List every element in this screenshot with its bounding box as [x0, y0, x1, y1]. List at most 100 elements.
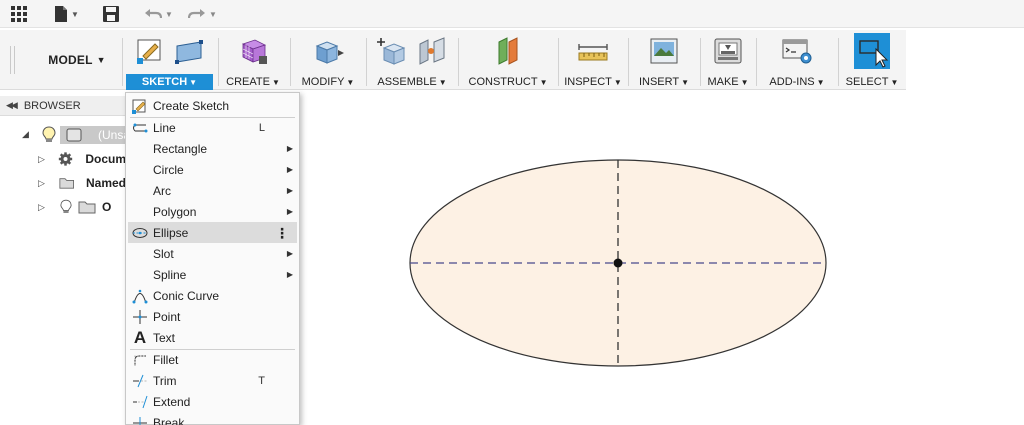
submenu-arrow-icon: ▶	[286, 186, 293, 195]
inspect-group[interactable]: INSPECT ▼	[560, 30, 626, 90]
menu-item-rectangle[interactable]: Rectangle ▶	[128, 138, 297, 159]
visibility-bulb-icon[interactable]	[42, 126, 56, 144]
browser-item-label: Named	[85, 176, 126, 190]
ribbon-separator	[700, 38, 701, 86]
extend-icon	[131, 394, 149, 410]
menu-item-line[interactable]: Line L	[128, 117, 297, 138]
sketch-group-label[interactable]: SKETCH ▼	[126, 74, 213, 90]
chevron-down-icon: ▼	[438, 78, 447, 87]
modify-group-label[interactable]: MODIFY ▼	[292, 74, 364, 90]
tree-expand-arrow-icon[interactable]: ▷	[38, 154, 46, 165]
press-pull-icon[interactable]	[311, 36, 345, 66]
chevron-down-icon: ▼	[740, 78, 749, 87]
tree-expand-arrow-icon[interactable]: ▷	[38, 202, 48, 213]
select-icon[interactable]	[854, 33, 890, 69]
fillet-icon	[131, 352, 149, 368]
browser-header[interactable]: ◀◀ BROWSER	[0, 96, 126, 116]
finish-sketch-icon[interactable]	[173, 36, 205, 66]
menu-item-extend[interactable]: Extend	[128, 391, 297, 412]
browser-item-document-settings[interactable]: ▷ Docum	[38, 148, 126, 170]
chevron-down-icon: ▼	[681, 78, 690, 87]
ribbon-separator	[458, 38, 459, 86]
select-group-label[interactable]: SELECT ▼	[840, 74, 904, 90]
construct-group-label[interactable]: CONSTRUCT ▼	[460, 74, 556, 90]
menu-item-conic-curve[interactable]: Conic Curve	[128, 285, 297, 306]
ellipse-icon	[131, 225, 149, 241]
menu-item-break[interactable]: Break	[128, 412, 297, 425]
menu-item-circle[interactable]: Circle ▶	[128, 159, 297, 180]
more-options-icon[interactable]: ⋮	[275, 226, 289, 240]
menu-shortcut: T	[258, 374, 265, 387]
chevron-down-icon: ▼	[209, 9, 217, 19]
menu-item-arc[interactable]: Arc ▶	[128, 180, 297, 201]
scripts-addins-icon[interactable]	[780, 36, 814, 66]
point-icon	[131, 309, 149, 325]
sketch-group[interactable]: SKETCH ▼	[126, 30, 213, 90]
create-group-label[interactable]: CREATE ▼	[220, 74, 286, 90]
create-group[interactable]: CREATE ▼	[220, 30, 286, 90]
menu-item-trim[interactable]: Trim T	[128, 370, 297, 391]
browser-item-label: Docum	[85, 152, 126, 166]
quick-access-toolbar: ▼ ▼ ▼	[0, 0, 1024, 28]
menu-item-ellipse[interactable]: Ellipse ⋮	[128, 222, 297, 243]
tree-expand-arrow-icon[interactable]: ▷	[38, 178, 47, 189]
undo-button[interactable]: ▼	[144, 3, 173, 25]
offset-plane-icon[interactable]	[491, 36, 525, 66]
apps-grid-icon[interactable]	[10, 3, 28, 25]
browser-item-origin[interactable]: ▷ O	[38, 196, 126, 218]
inspect-group-label[interactable]: INSPECT ▼	[560, 74, 626, 90]
chevron-down-icon: ▼	[71, 9, 79, 19]
joint-icon[interactable]	[416, 36, 448, 66]
ribbon-separator	[558, 38, 559, 86]
ribbon-grip[interactable]	[10, 46, 15, 74]
construct-group[interactable]: CONSTRUCT ▼	[460, 30, 556, 90]
ribbon-separator	[290, 38, 291, 86]
add-ins-group[interactable]: ADD-INS ▼	[758, 30, 836, 90]
new-component-icon[interactable]	[376, 36, 408, 66]
redo-button[interactable]: ▼	[188, 3, 217, 25]
make-group[interactable]: MAKE ▼	[702, 30, 754, 90]
make-group-label[interactable]: MAKE ▼	[702, 74, 754, 90]
file-menu-button[interactable]: ▼	[54, 3, 79, 25]
tree-collapse-arrow-icon[interactable]: ◢	[22, 129, 32, 140]
gear-icon	[59, 152, 73, 166]
chevron-down-icon: ▼	[539, 78, 548, 87]
ribbon-separator	[838, 38, 839, 86]
assemble-group-label[interactable]: ASSEMBLE ▼	[368, 74, 456, 90]
insert-group[interactable]: INSERT ▼	[630, 30, 698, 90]
menu-item-text[interactable]: A Text	[128, 327, 297, 348]
browser-root-node[interactable]: ◢ (Unsa	[22, 124, 130, 146]
assemble-group[interactable]: ASSEMBLE ▼	[368, 30, 456, 90]
menu-item-slot[interactable]: Slot ▶	[128, 243, 297, 264]
create-sketch-icon[interactable]	[135, 36, 165, 66]
visibility-bulb-icon[interactable]	[60, 198, 72, 216]
insert-group-label[interactable]: INSERT ▼	[630, 74, 698, 90]
folder-icon	[78, 201, 96, 214]
insert-image-icon[interactable]	[648, 36, 680, 66]
create-form-icon[interactable]	[237, 36, 269, 66]
ribbon-toolbar: MODEL ▼ SKETCH ▼ CREATE ▼ MODIFY ▼ ASSEMBLE…	[0, 30, 906, 90]
3d-print-icon[interactable]	[712, 36, 744, 66]
menu-item-point[interactable]: Point	[128, 306, 297, 327]
sketch-canvas[interactable]	[300, 92, 1024, 425]
menu-item-fillet[interactable]: Fillet	[128, 349, 297, 370]
measure-icon[interactable]	[576, 36, 610, 66]
menu-shortcut: L	[258, 121, 265, 134]
select-group[interactable]: SELECT ▼	[840, 30, 904, 90]
save-button[interactable]	[102, 3, 120, 25]
browser-item-named-views[interactable]: ▷ Named	[38, 172, 126, 194]
workspace-switcher[interactable]: MODEL ▼	[38, 50, 116, 70]
browser-title: BROWSER	[23, 99, 81, 112]
menu-item-polygon[interactable]: Polygon ▶	[128, 201, 297, 222]
sketch-dropdown-menu: Create Sketch Line L Rectangle ▶ Circle …	[125, 92, 300, 425]
submenu-arrow-icon: ▶	[286, 207, 293, 216]
chevron-down-icon: ▼	[816, 78, 825, 87]
chevron-down-icon: ▼	[189, 78, 198, 87]
modify-group[interactable]: MODIFY ▼	[292, 30, 364, 90]
ellipse-center-point[interactable]	[613, 258, 623, 268]
conic-curve-icon	[131, 288, 149, 304]
collapse-panel-icon[interactable]: ◀◀	[6, 100, 18, 111]
menu-item-spline[interactable]: Spline ▶	[128, 264, 297, 285]
add-ins-group-label[interactable]: ADD-INS ▼	[758, 74, 836, 90]
menu-item-create-sketch[interactable]: Create Sketch	[128, 95, 297, 116]
